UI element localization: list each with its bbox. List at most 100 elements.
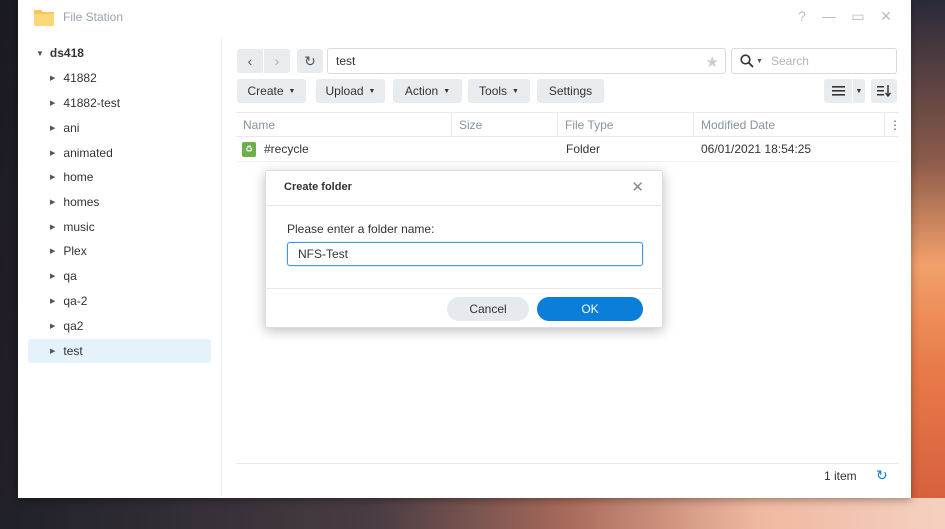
- dialog-title: Create folder: [284, 181, 352, 193]
- tree-item-animated[interactable]: ▶ animated: [28, 141, 211, 165]
- tree-item-label: home: [63, 170, 94, 184]
- create-button[interactable]: Create ▼: [237, 79, 306, 103]
- chevron-down-icon[interactable]: ▼: [36, 49, 44, 58]
- tree-item-qa2[interactable]: ▶ qa2: [28, 314, 211, 338]
- path-input[interactable]: test ★: [327, 48, 726, 74]
- row-name-cell: ♻ #recycle: [242, 137, 309, 161]
- folder-app-icon: [34, 10, 54, 26]
- row-name: #recycle: [264, 142, 309, 156]
- tree-item-label: 41882-test: [63, 96, 121, 110]
- tree-item-homes[interactable]: ▶ homes: [28, 190, 211, 214]
- folder-name-input[interactable]: [287, 242, 643, 266]
- help-icon[interactable]: ?: [794, 8, 810, 24]
- desktop-wallpaper-bottom: [0, 498, 945, 529]
- close-window-icon[interactable]: ✕: [878, 8, 894, 25]
- column-header-size[interactable]: Size: [452, 113, 558, 136]
- row-type: Folder: [566, 142, 601, 156]
- cancel-button[interactable]: Cancel: [447, 297, 529, 321]
- tree-item-label: qa: [63, 269, 77, 283]
- chevron-down-icon: ▼: [855, 87, 863, 95]
- sort-button[interactable]: [871, 79, 897, 103]
- ok-button[interactable]: OK: [537, 297, 643, 321]
- chevron-right-icon[interactable]: ▶: [50, 247, 55, 255]
- tree-item-test[interactable]: ▶ test: [28, 339, 211, 363]
- path-text: test: [336, 54, 356, 68]
- chevron-down-icon: ▼: [443, 87, 451, 95]
- title-bar[interactable]: File Station ? — ▭ ✕: [18, 0, 911, 35]
- chevron-right-icon[interactable]: ▶: [50, 347, 55, 355]
- list-view-button[interactable]: [824, 79, 852, 103]
- item-count: 1 item: [824, 469, 857, 483]
- tree-item-label: 41882: [63, 71, 97, 85]
- back-button[interactable]: ‹: [237, 49, 263, 73]
- tree-item-qa[interactable]: ▶ qa: [28, 264, 211, 288]
- chevron-right-icon[interactable]: ▶: [50, 198, 55, 206]
- tree-item-label: music: [63, 220, 95, 234]
- view-mode-dropdown[interactable]: ▼: [853, 79, 865, 103]
- folder-name-label: Please enter a folder name:: [287, 222, 435, 236]
- chevron-down-icon[interactable]: ▼: [756, 58, 763, 65]
- upload-button-label: Upload: [325, 84, 364, 98]
- search-icon: [740, 54, 754, 68]
- tree-root-label: ds418: [49, 46, 84, 60]
- star-icon[interactable]: ★: [706, 53, 719, 71]
- chevron-down-icon: ▼: [288, 87, 296, 95]
- maximize-icon[interactable]: ▭: [850, 8, 866, 25]
- refresh-icon[interactable]: ↻: [876, 467, 888, 484]
- tree-item-41882-test[interactable]: ▶ 41882-test: [28, 91, 211, 115]
- tree-item-music[interactable]: ▶ music: [28, 215, 211, 239]
- create-folder-dialog: Create folder ✕ Please enter a folder na…: [265, 170, 664, 328]
- tree-item-label: animated: [63, 146, 113, 160]
- dialog-divider: [266, 205, 664, 206]
- recycle-bin-icon: ♻: [242, 141, 256, 157]
- refresh-button[interactable]: ↻: [297, 49, 323, 73]
- chevron-right-icon[interactable]: ▶: [50, 99, 55, 107]
- chevron-right-icon[interactable]: ▶: [50, 149, 55, 157]
- column-header-name[interactable]: Name: [236, 113, 452, 136]
- tree-item-label: qa2: [63, 319, 84, 333]
- settings-button[interactable]: Settings: [537, 79, 604, 103]
- desktop-wallpaper-right: [905, 0, 945, 529]
- minimize-icon[interactable]: —: [821, 8, 837, 24]
- file-table-header: Name Size File Type Modified Date ⋮: [236, 112, 901, 137]
- create-button-label: Create: [247, 84, 284, 98]
- folder-tree-sidebar: ▼ ds418 ▶ 41882 ▶ 41882-test ▶ ani ▶ animate…: [18, 36, 222, 496]
- table-row[interactable]: ♻ #recycle Folder 06/01/2021 18:54:25: [236, 137, 899, 162]
- column-header-modified-date[interactable]: Modified Date: [694, 113, 885, 136]
- close-icon[interactable]: ✕: [631, 178, 644, 196]
- tree-root-ds418[interactable]: ▼ ds418: [36, 46, 84, 60]
- row-modified: 06/01/2021 18:54:25: [701, 142, 812, 156]
- chevron-right-icon[interactable]: ▶: [50, 173, 55, 181]
- chevron-down-icon: ▼: [368, 87, 376, 95]
- search-placeholder: Search: [770, 54, 809, 68]
- status-bar: 1 item ↻: [236, 463, 899, 488]
- tree-item-label: Plex: [63, 244, 87, 258]
- tree-item-ani[interactable]: ▶ ani: [28, 116, 211, 140]
- chevron-down-icon: ▼: [512, 87, 519, 95]
- tree-item-plex[interactable]: ▶ Plex: [28, 239, 211, 263]
- chevron-right-icon[interactable]: ▶: [50, 124, 55, 132]
- tools-button-label: Tools: [479, 84, 508, 98]
- tree-item-label: ani: [63, 121, 80, 135]
- chevron-right-icon[interactable]: ▶: [50, 223, 55, 231]
- search-input[interactable]: ▼ Search: [731, 48, 897, 74]
- forward-button[interactable]: ›: [264, 49, 290, 73]
- tree-item-41882[interactable]: ▶ 41882: [28, 66, 211, 90]
- tree-item-home[interactable]: ▶ home: [28, 165, 211, 189]
- chevron-right-icon[interactable]: ▶: [50, 272, 55, 280]
- column-header-file-type[interactable]: File Type: [558, 113, 694, 136]
- action-button-label: Action: [404, 84, 439, 98]
- tree-item-label: qa-2: [63, 294, 88, 308]
- window-title: File Station: [63, 10, 124, 24]
- action-button[interactable]: Action ▼: [393, 79, 462, 103]
- tools-button[interactable]: Tools ▼: [468, 79, 530, 103]
- chevron-right-icon[interactable]: ▶: [50, 74, 55, 82]
- chevron-right-icon[interactable]: ▶: [50, 322, 55, 330]
- sort-icon: [877, 85, 891, 97]
- tree-item-label: test: [63, 344, 83, 358]
- upload-button[interactable]: Upload ▼: [316, 79, 385, 103]
- column-options-icon[interactable]: ⋮: [885, 113, 901, 136]
- chevron-right-icon[interactable]: ▶: [50, 297, 55, 305]
- list-view-icon: [831, 86, 845, 96]
- tree-item-qa-2[interactable]: ▶ qa-2: [28, 289, 211, 313]
